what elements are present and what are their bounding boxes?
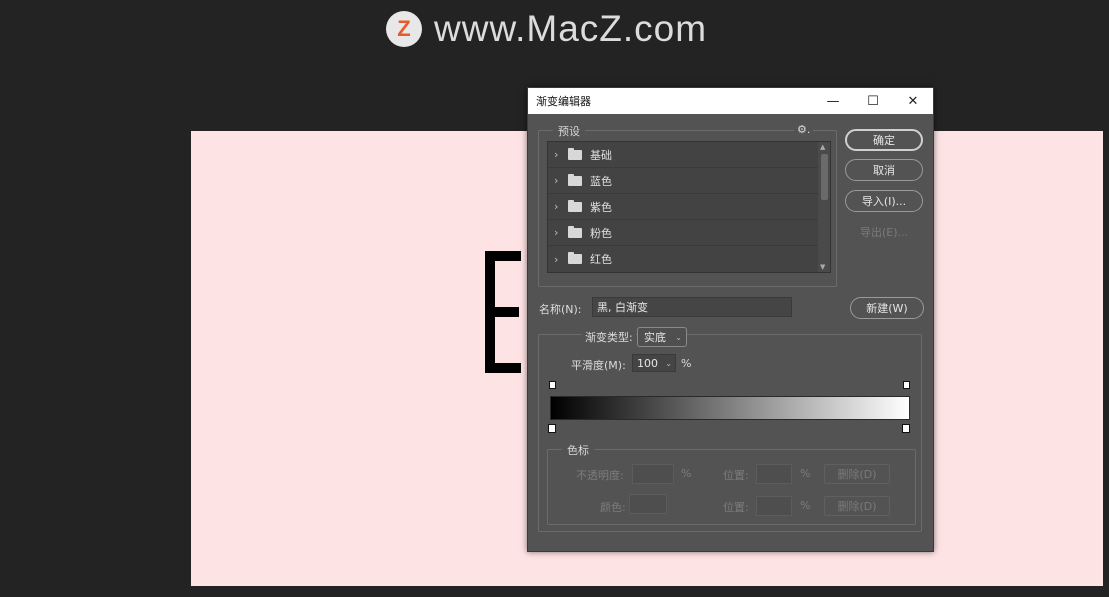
- ok-button[interactable]: 确定: [845, 129, 923, 151]
- dialog-title: 渐变编辑器: [536, 95, 591, 108]
- folder-icon: [568, 199, 582, 212]
- new-button[interactable]: 新建(W): [850, 297, 924, 319]
- chevron-right-icon[interactable]: ›: [554, 174, 566, 187]
- color-position-label: 位置:: [723, 501, 749, 514]
- chevron-right-icon[interactable]: ›: [554, 253, 566, 266]
- opacity-position-label: 位置:: [723, 469, 749, 482]
- preset-folder-label: 粉色: [590, 226, 612, 240]
- color-swatch: [629, 494, 667, 514]
- chevron-right-icon[interactable]: ›: [554, 226, 566, 239]
- preset-folder-label: 蓝色: [590, 174, 612, 188]
- watermark: Z www.MacZ.com: [386, 8, 707, 50]
- folder-icon: [568, 225, 582, 238]
- dialog-titlebar[interactable]: 渐变编辑器 — ☐ ✕: [528, 88, 933, 114]
- presets-gear-icon[interactable]: ⚙.: [794, 123, 814, 136]
- watermark-text: www.MacZ.com: [434, 8, 708, 49]
- gradient-preview-bar[interactable]: [550, 396, 910, 420]
- preset-folder[interactable]: › 紫色: [548, 194, 830, 220]
- smoothness-label: 平滑度(M):: [571, 359, 626, 372]
- name-label: 名称(N):: [539, 303, 582, 316]
- gradient-type-label: 渐变类型:: [582, 329, 636, 345]
- gradient-type-select[interactable]: 实底 ⌄: [637, 327, 687, 347]
- cancel-button[interactable]: 取消: [845, 159, 923, 181]
- preset-folder[interactable]: › 基础: [548, 142, 830, 168]
- maximize-button[interactable]: ☐: [853, 88, 893, 114]
- opacity-input: [632, 464, 674, 484]
- preset-folder-label: 基础: [590, 148, 612, 162]
- color-stop-left[interactable]: [548, 424, 556, 433]
- delete-color-stop-button: 删除(D): [824, 496, 890, 516]
- preset-folder-label: 紫色: [590, 200, 612, 214]
- minimize-button[interactable]: —: [813, 88, 853, 114]
- color-stops-label: 色标: [562, 442, 594, 458]
- preset-folder-label: 红色: [590, 253, 612, 266]
- scrollbar-thumb[interactable]: [821, 154, 828, 200]
- preset-folder[interactable]: › 红色: [548, 246, 830, 272]
- chevron-right-icon[interactable]: ›: [554, 200, 566, 213]
- color-label: 颜色:: [600, 501, 626, 514]
- gradient-editor-dialog: 渐变编辑器 — ☐ ✕ 预设 ⚙. › 基础 › 蓝色 › 紫色 › 粉色 › …: [527, 87, 934, 552]
- gradient-type-value: 实底: [644, 331, 666, 344]
- smoothness-unit: %: [681, 357, 692, 370]
- smoothness-value: 100: [637, 356, 658, 370]
- name-input[interactable]: 黑, 白渐变: [592, 297, 792, 317]
- color-stop-right[interactable]: [902, 424, 910, 433]
- canvas-letter-shape: [485, 251, 521, 373]
- opacity-unit: %: [681, 467, 692, 480]
- smoothness-input[interactable]: 100 ⌄: [632, 354, 676, 372]
- scroll-up-icon[interactable]: ▲: [820, 143, 825, 151]
- presets-group: 预设 ⚙. › 基础 › 蓝色 › 紫色 › 粉色 › 红色 ▲ ▼: [538, 123, 837, 287]
- preset-scrollbar[interactable]: ▲ ▼: [818, 142, 830, 272]
- color-position-input: [756, 496, 792, 516]
- opacity-label: 不透明度:: [576, 469, 624, 482]
- folder-icon: [568, 252, 582, 264]
- close-button[interactable]: ✕: [893, 88, 933, 114]
- preset-folder[interactable]: › 粉色: [548, 220, 830, 246]
- opacity-stop-left[interactable]: [549, 381, 556, 389]
- folder-icon: [568, 173, 582, 186]
- import-button[interactable]: 导入(I)...: [845, 190, 923, 212]
- chevron-right-icon[interactable]: ›: [554, 148, 566, 161]
- folder-icon: [568, 147, 582, 160]
- preset-folder[interactable]: › 蓝色: [548, 168, 830, 194]
- delete-opacity-stop-button: 删除(D): [824, 464, 890, 484]
- chevron-down-icon[interactable]: ⌄: [665, 359, 672, 368]
- opacity-stop-right[interactable]: [903, 381, 910, 389]
- color-position-unit: %: [800, 499, 811, 512]
- export-button: 导出(E)...: [845, 221, 923, 243]
- opacity-position-unit: %: [800, 467, 811, 480]
- scroll-down-icon[interactable]: ▼: [820, 263, 825, 271]
- macz-logo-icon: Z: [386, 11, 422, 47]
- presets-label: 预设: [553, 123, 585, 139]
- chevron-down-icon: ⌄: [675, 332, 682, 342]
- preset-list[interactable]: › 基础 › 蓝色 › 紫色 › 粉色 › 红色 ▲ ▼: [547, 141, 831, 273]
- opacity-position-input: [756, 464, 792, 484]
